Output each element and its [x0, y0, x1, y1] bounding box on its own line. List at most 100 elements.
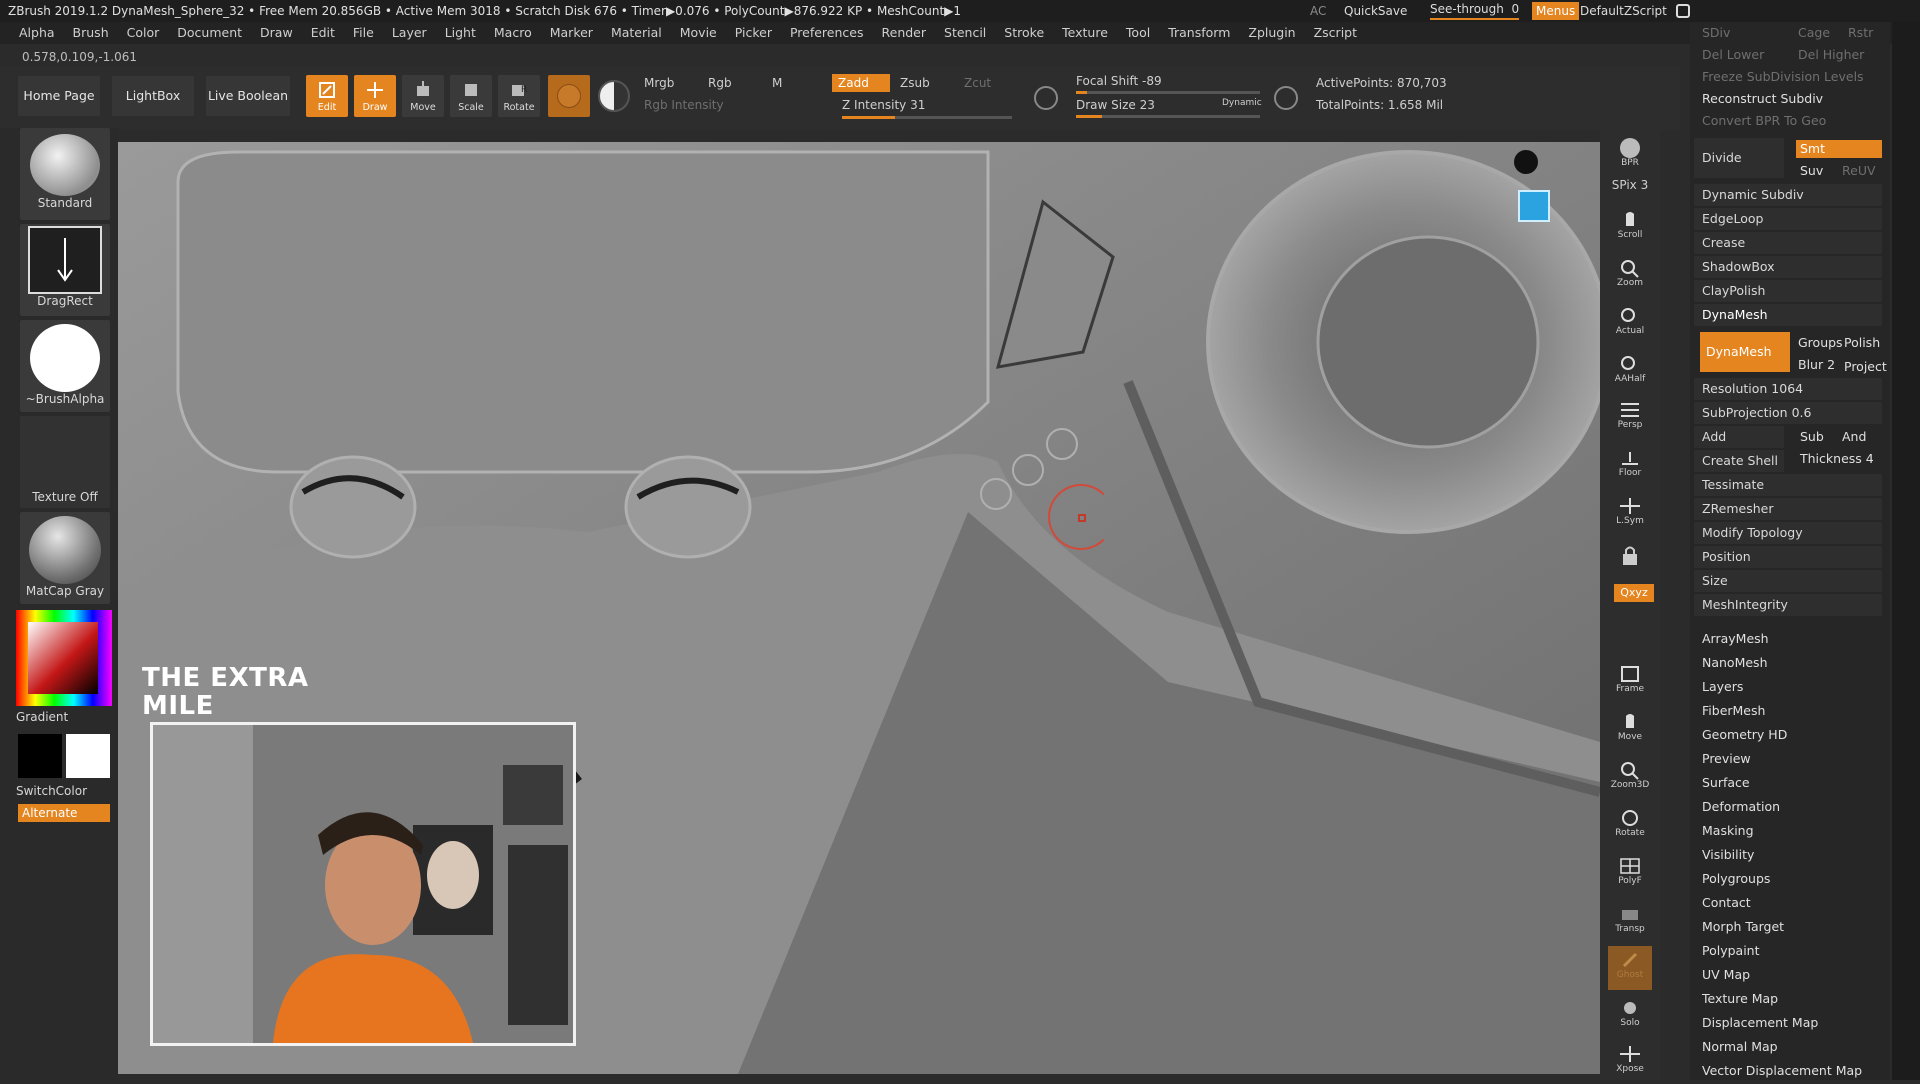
polyf-button[interactable]: PolyF [1608, 852, 1652, 896]
texture-selector[interactable]: Texture Off [20, 416, 110, 508]
zcut-button[interactable]: Zcut [964, 76, 991, 90]
move-button[interactable]: Move [402, 75, 444, 117]
freeze-subdivision-button[interactable]: Freeze SubDivision Levels [1702, 66, 1864, 88]
and-button[interactable]: And [1842, 426, 1866, 448]
reuv-button[interactable]: ReUV [1842, 160, 1876, 182]
focal-shift-slider[interactable] [1076, 91, 1260, 94]
material-swatch-button[interactable] [548, 75, 590, 117]
menu-file[interactable]: File [344, 22, 383, 44]
color-square[interactable] [28, 622, 98, 694]
menu-light[interactable]: Light [436, 22, 485, 44]
ghost-button[interactable]: Ghost [1608, 946, 1652, 990]
rstr-button[interactable]: Rstr [1848, 22, 1873, 44]
layout-icon[interactable] [1676, 4, 1690, 18]
menu-layer[interactable]: Layer [383, 22, 436, 44]
sub-button[interactable]: Sub [1800, 426, 1824, 448]
dynamesh-section-header[interactable]: DynaMesh [1694, 304, 1882, 326]
contact-section[interactable]: Contact [1702, 892, 1751, 914]
project-toggle[interactable]: Project [1844, 356, 1887, 378]
rgb-button[interactable]: Rgb [708, 76, 732, 90]
persp-button[interactable]: Persp [1608, 396, 1652, 440]
frame-button[interactable]: Frame [1608, 660, 1652, 704]
groups-toggle[interactable]: Groups [1798, 332, 1843, 354]
menu-color[interactable]: Color [118, 22, 169, 44]
edgeloop-section[interactable]: EdgeLoop [1694, 208, 1882, 230]
divide-button[interactable]: Divide [1694, 138, 1784, 178]
floor-button[interactable]: Floor [1608, 444, 1652, 488]
size-section[interactable]: Size [1694, 570, 1882, 592]
deformation-section[interactable]: Deformation [1702, 796, 1780, 818]
normal-map-section[interactable]: Normal Map [1702, 1036, 1778, 1058]
menu-zplugin[interactable]: Zplugin [1239, 22, 1304, 44]
material-selector[interactable]: MatCap Gray [20, 512, 110, 604]
scroll-button[interactable]: Scroll [1608, 206, 1652, 250]
blur-slider[interactable]: Blur 2 [1798, 354, 1835, 376]
move-view-button[interactable]: Move [1608, 708, 1652, 752]
convert-bpr-button[interactable]: Convert BPR To Geo [1702, 110, 1826, 132]
del-higher-button[interactable]: Del Higher [1798, 44, 1864, 66]
menu-macro[interactable]: Macro [485, 22, 541, 44]
sdiv-slider[interactable]: SDiv [1702, 22, 1762, 44]
claypolish-section[interactable]: ClayPolish [1694, 280, 1882, 302]
tessimate-section[interactable]: Tessimate [1694, 474, 1882, 496]
color-toggle-icon[interactable] [598, 80, 630, 112]
morph-target-section[interactable]: Morph Target [1702, 916, 1784, 938]
position-section[interactable]: Position [1694, 546, 1882, 568]
live-boolean-button[interactable]: Live Boolean [206, 76, 290, 116]
menu-preferences[interactable]: Preferences [781, 22, 873, 44]
displacement-map-section[interactable]: Displacement Map [1702, 1012, 1818, 1034]
reconstruct-subdiv-button[interactable]: Reconstruct Subdiv [1702, 88, 1823, 110]
menu-marker[interactable]: Marker [541, 22, 602, 44]
dynamesh-button[interactable]: DynaMesh [1700, 332, 1790, 372]
dynamic-size-icon[interactable] [1274, 86, 1298, 110]
aahalf-button[interactable]: AAHalf [1608, 350, 1652, 394]
menu-picker[interactable]: Picker [726, 22, 781, 44]
masking-section[interactable]: Masking [1702, 820, 1754, 842]
menu-draw[interactable]: Draw [251, 22, 302, 44]
dynamic-toggle[interactable]: Dynamic [1222, 98, 1262, 108]
transp-button[interactable]: Transp [1608, 900, 1652, 944]
vector-displacement-map-section[interactable]: Vector Displacement Map [1702, 1060, 1862, 1082]
m-button[interactable]: M [772, 76, 782, 90]
palette-scrollbar[interactable] [1892, 22, 1920, 1080]
ac-label[interactable]: AC [1310, 0, 1326, 22]
home-page-button[interactable]: Home Page [18, 76, 100, 116]
menu-render[interactable]: Render [873, 22, 936, 44]
lsym-button[interactable]: L.Sym [1608, 492, 1652, 536]
polygroups-section[interactable]: Polygroups [1702, 868, 1770, 890]
arraymesh-section[interactable]: ArrayMesh [1702, 628, 1769, 650]
menu-zscript[interactable]: Zscript [1305, 22, 1366, 44]
see-through-slider[interactable]: See-through 0 [1430, 0, 1520, 20]
suv-toggle[interactable]: Suv [1800, 160, 1823, 182]
zadd-button[interactable]: Zadd [832, 74, 890, 92]
primary-color-swatch[interactable] [66, 734, 110, 778]
secondary-color-swatch[interactable] [18, 734, 62, 778]
menu-movie[interactable]: Movie [671, 22, 726, 44]
xpose-button[interactable]: Xpose [1608, 1040, 1652, 1084]
rgb-intensity-slider[interactable]: Rgb Intensity [644, 98, 724, 112]
lock-button[interactable] [1608, 540, 1652, 576]
del-lower-button[interactable]: Del Lower [1702, 44, 1764, 66]
quicksave-button[interactable]: QuickSave [1344, 0, 1407, 22]
solo-button[interactable]: Solo [1608, 994, 1652, 1038]
spotlight-pin-icon[interactable] [1514, 150, 1538, 174]
polypaint-section[interactable]: Polypaint [1702, 940, 1760, 962]
floor-grid-icon[interactable] [1518, 190, 1550, 222]
alpha-selector[interactable]: ~BrushAlpha [20, 320, 110, 412]
alternate-button[interactable]: Alternate [18, 804, 110, 822]
default-zscript-button[interactable]: DefaultZScript [1580, 0, 1667, 22]
actual-button[interactable]: Actual [1608, 302, 1652, 346]
lazy-mouse-icon[interactable] [1034, 86, 1058, 110]
rotate-view-button[interactable]: Rotate [1608, 804, 1652, 848]
layers-section[interactable]: Layers [1702, 676, 1743, 698]
resolution-slider[interactable]: Resolution 1064 [1694, 378, 1882, 400]
subprojection-slider[interactable]: SubProjection 0.6 [1694, 402, 1882, 424]
menu-stencil[interactable]: Stencil [935, 22, 995, 44]
menu-brush[interactable]: Brush [64, 22, 118, 44]
polish-toggle[interactable]: Polish [1844, 332, 1880, 354]
rotate-button[interactable]: R Rotate [498, 75, 540, 117]
draw-size-slider[interactable] [1076, 115, 1260, 118]
dynamic-subdiv-section[interactable]: Dynamic Subdiv [1694, 184, 1882, 206]
zremesher-section[interactable]: ZRemesher [1694, 498, 1882, 520]
visibility-section[interactable]: Visibility [1702, 844, 1754, 866]
